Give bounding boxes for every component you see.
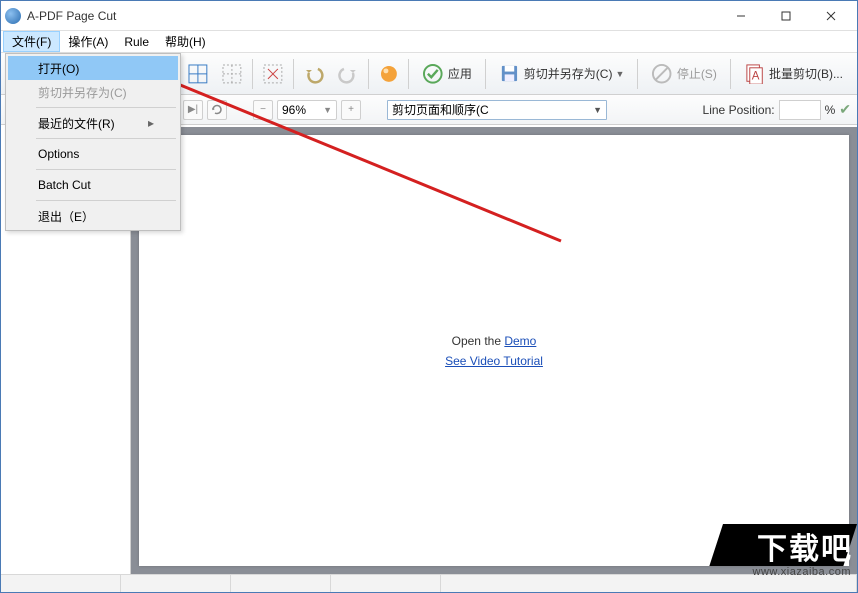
grid-cut-button-2[interactable] bbox=[216, 57, 248, 91]
undo-button[interactable] bbox=[298, 57, 330, 91]
orange-orb-icon bbox=[378, 63, 400, 85]
nav-refresh-button[interactable] bbox=[207, 100, 227, 120]
menu-cut-save-as[interactable]: 剪切并另存为(C) bbox=[8, 80, 178, 104]
stop-button[interactable]: 停止(S) bbox=[642, 57, 725, 91]
window-title: A-PDF Page Cut bbox=[27, 9, 718, 23]
menu-options[interactable]: Options bbox=[8, 142, 178, 166]
confirm-check-icon[interactable]: ✔ bbox=[839, 101, 851, 118]
percent-label: % bbox=[825, 103, 836, 117]
svg-text:A: A bbox=[751, 70, 759, 82]
canvas-wrap: Open the Demo See Video Tutorial bbox=[131, 127, 857, 574]
stop-icon bbox=[651, 63, 672, 85]
nav-next-button[interactable]: ▶| bbox=[183, 100, 203, 120]
watermark: 下载吧 www.xiazaiba.com bbox=[723, 524, 857, 590]
tutorial-link[interactable]: See Video Tutorial bbox=[445, 354, 543, 368]
zoom-combo[interactable]: 96%▼ bbox=[277, 100, 337, 120]
close-button[interactable] bbox=[808, 2, 853, 30]
app-icon bbox=[5, 8, 21, 24]
pdf-batch-icon: A bbox=[744, 63, 765, 85]
grid-x-icon bbox=[262, 63, 284, 85]
zoom-out-button[interactable]: − bbox=[253, 100, 273, 120]
zoom-in-button[interactable]: + bbox=[341, 100, 361, 120]
grid-dashed-icon bbox=[221, 63, 243, 85]
apply-check-icon bbox=[422, 63, 444, 85]
menu-separator bbox=[36, 200, 176, 201]
line-position-input[interactable] bbox=[779, 100, 821, 120]
line-position-label: Line Position: bbox=[703, 103, 775, 117]
help-orb-button[interactable] bbox=[373, 57, 405, 91]
batch-cut-button[interactable]: A批量剪切(B)... bbox=[735, 57, 852, 91]
redo-icon bbox=[337, 63, 359, 85]
grid-cut-button-1[interactable] bbox=[182, 57, 214, 91]
undo-icon bbox=[303, 63, 325, 85]
menu-file[interactable]: 文件(F) bbox=[3, 31, 60, 52]
blank-page: Open the Demo See Video Tutorial bbox=[139, 135, 849, 566]
grid-icon bbox=[187, 63, 209, 85]
menu-exit[interactable]: 退出（E） bbox=[8, 204, 178, 228]
menu-separator bbox=[36, 107, 176, 108]
menu-recent[interactable]: 最近的文件(R)▸ bbox=[8, 111, 178, 135]
cut-save-button[interactable]: 剪切并另存为(C)▼ bbox=[490, 57, 634, 91]
menu-separator bbox=[36, 169, 176, 170]
open-demo-line: Open the Demo bbox=[452, 334, 537, 348]
demo-link[interactable]: Demo bbox=[504, 334, 536, 348]
minimize-button[interactable] bbox=[718, 2, 763, 30]
menu-help[interactable]: 帮助(H) bbox=[157, 31, 214, 52]
menu-separator bbox=[36, 138, 176, 139]
titlebar: A-PDF Page Cut bbox=[1, 1, 857, 31]
save-icon bbox=[499, 63, 520, 85]
menubar: 文件(F) 操作(A) Rule 帮助(H) bbox=[1, 31, 857, 53]
apply-button[interactable]: 应用 bbox=[413, 57, 481, 91]
menu-rule[interactable]: Rule bbox=[116, 31, 157, 52]
grid-remove-button[interactable] bbox=[257, 57, 289, 91]
menu-action[interactable]: 操作(A) bbox=[60, 31, 116, 52]
page-order-combo[interactable]: 剪切页面和顺序(C▼ bbox=[387, 100, 607, 120]
menu-batch-cut[interactable]: Batch Cut bbox=[8, 173, 178, 197]
menu-open[interactable]: 打开(O) bbox=[8, 56, 178, 80]
file-menu-dropdown: 打开(O) 剪切并另存为(C) 最近的文件(R)▸ Options Batch … bbox=[5, 53, 181, 231]
redo-button[interactable] bbox=[332, 57, 364, 91]
maximize-button[interactable] bbox=[763, 2, 808, 30]
